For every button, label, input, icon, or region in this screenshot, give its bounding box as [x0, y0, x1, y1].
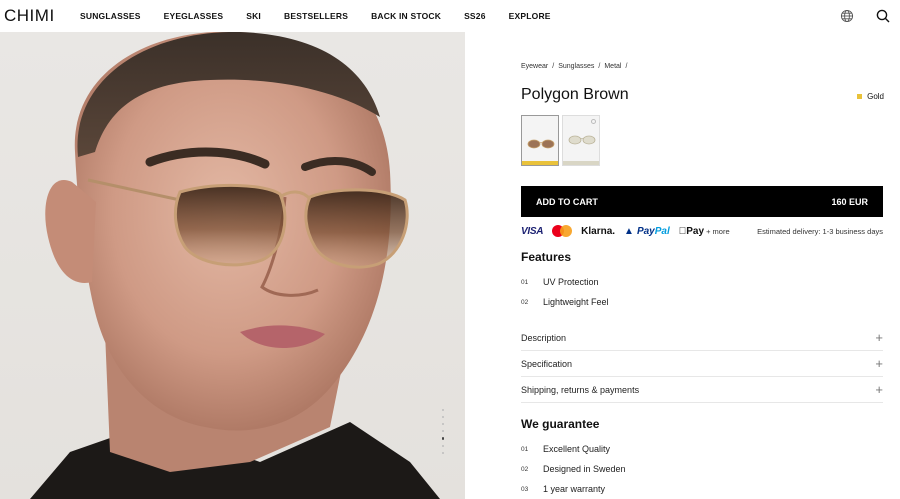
breadcrumb: Eyewear / Sunglasses / Metal / [521, 63, 631, 70]
carousel-dot[interactable] [442, 409, 444, 411]
nav-eyeglasses[interactable]: EYEGLASSES [164, 11, 224, 21]
price: 160 EUR [831, 196, 868, 207]
accordion-description[interactable]: Description + [521, 325, 883, 351]
breadcrumb-separator: / [598, 63, 601, 70]
info-accordions: Description + Specification + Shipping, … [521, 325, 883, 403]
item-number: 03 [521, 485, 529, 493]
item-number: 01 [521, 445, 529, 453]
nav-ski[interactable]: SKI [246, 11, 261, 21]
features-list: 01 UV Protection 02 Lightweight Feel [521, 272, 609, 312]
breadcrumb-sunglasses[interactable]: Sunglasses [558, 63, 594, 70]
apple-pay-logo: Pay+ more [679, 226, 730, 237]
sunglasses-thumbnail-icon [527, 139, 555, 149]
add-to-cart-button[interactable]: ADD TO CART 160 EUR [521, 186, 883, 217]
paypal-text-a: Pay [636, 225, 655, 237]
product-title: Polygon Brown [521, 86, 629, 103]
guarantee-heading: We guarantee [521, 417, 600, 431]
model-wearing-sunglasses-illustration [30, 32, 440, 499]
plus-icon[interactable]: + [875, 356, 883, 371]
item-number: 02 [521, 465, 529, 473]
variant-thumbnails [521, 115, 600, 166]
breadcrumb-separator: / [625, 63, 628, 70]
more-payments-text: + more [698, 226, 730, 236]
guarantee-list: 01 Excellent Quality 02 Designed in Swed… [521, 439, 626, 499]
paypal-text-b: Pal [654, 225, 670, 237]
carousel-dot[interactable] [442, 445, 444, 447]
item-number: 01 [521, 278, 529, 286]
accordion-shipping[interactable]: Shipping, returns & payments + [521, 377, 883, 403]
apple-pay-text: Pay [678, 225, 704, 237]
carousel-dot-active[interactable] [442, 437, 444, 440]
visa-logo: VISA [521, 225, 544, 237]
variant-thumbnail-silver[interactable] [562, 115, 600, 166]
nav-bestsellers[interactable]: BESTSELLERS [284, 11, 348, 21]
list-item: 01 UV Protection [521, 272, 609, 292]
plus-icon[interactable]: + [875, 330, 883, 345]
variant-thumbnail-gold[interactable] [521, 115, 559, 166]
list-item: 02 Designed in Sweden [521, 459, 626, 479]
nav-back-in-stock[interactable]: BACK IN STOCK [371, 11, 441, 21]
nav-sunglasses[interactable]: SUNGLASSES [80, 11, 141, 21]
brand-logo[interactable]: CHIMI [4, 6, 55, 26]
breadcrumb-separator: / [552, 63, 555, 70]
accordion-label: Specification [521, 358, 573, 369]
accordion-label: Description [521, 332, 567, 343]
product-hero-image[interactable] [0, 32, 465, 499]
color-swatch [857, 94, 863, 99]
list-item: 03 1 year warranty [521, 479, 626, 499]
carousel-dot[interactable] [442, 416, 444, 418]
features-heading: Features [521, 250, 572, 264]
list-item: 01 Excellent Quality [521, 439, 626, 459]
nav-ss26[interactable]: SS26 [464, 11, 486, 21]
breadcrumb-eyewear[interactable]: Eyewear [521, 63, 548, 70]
mastercard-logo [552, 225, 573, 237]
item-text: Excellent Quality [543, 444, 611, 454]
accordion-specification[interactable]: Specification + [521, 351, 883, 377]
apple-icon:  [679, 226, 687, 237]
carousel-dot[interactable] [442, 423, 444, 425]
add-to-cart-label: ADD TO CART [536, 196, 598, 207]
item-text: Designed in Sweden [543, 464, 626, 474]
item-number: 02 [521, 298, 529, 306]
estimated-delivery: Estimated delivery: 1-3 business days [757, 226, 883, 236]
paypal-logo: ▲ Pay Pal [624, 225, 670, 237]
item-text: 1 year warranty [543, 484, 606, 494]
selected-variant-bar [522, 161, 558, 165]
breadcrumb-metal[interactable]: Metal [604, 63, 621, 70]
payment-methods: VISA Klarna. ▲PayPal Pay+ more Estimate… [521, 224, 883, 238]
product-details-panel: Eyewear / Sunglasses / Metal / Polygon Brown … [521, 0, 884, 499]
accordion-label: Shipping, returns & payments [521, 384, 640, 395]
list-item: 02 Lightweight Feel [521, 292, 609, 312]
item-text: Lightweight Feel [543, 297, 609, 307]
carousel-dot[interactable] [442, 430, 444, 432]
main-nav: SUNGLASSES EYEGLASSES SKI BESTSELLERS BA… [80, 11, 574, 21]
variant-bar [563, 161, 599, 165]
carousel-dots[interactable] [442, 409, 444, 454]
carousel-dot[interactable] [442, 452, 444, 454]
color-name: Gold [867, 92, 884, 101]
wishlist-dot-icon[interactable] [591, 119, 596, 124]
item-text: UV Protection [543, 277, 599, 287]
color-indicator: Gold [857, 92, 884, 101]
plus-icon[interactable]: + [875, 382, 883, 397]
klarna-logo: Klarna. [581, 225, 616, 237]
